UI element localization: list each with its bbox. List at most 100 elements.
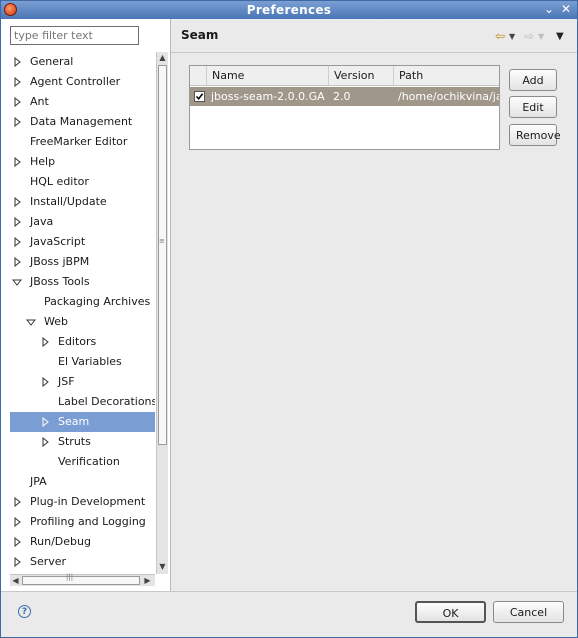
tree-item-verification[interactable]: Verification — [10, 452, 155, 472]
collapsed-arrow-icon[interactable] — [40, 437, 50, 447]
tree-vertical-scrollbar[interactable]: ▲ ≡ ▼ — [156, 52, 168, 574]
tree-item-java[interactable]: Java — [10, 212, 155, 232]
preferences-tree: General Agent Controller Ant Data Managemen… — [10, 52, 155, 574]
tree-item-label: General — [30, 55, 74, 68]
view-menu-icon[interactable]: ▼ — [556, 31, 564, 42]
forward-dropdown-icon[interactable]: ▼ — [538, 32, 544, 41]
collapsed-arrow-icon[interactable] — [12, 117, 22, 127]
scroll-down-icon[interactable]: ▼ — [157, 561, 168, 572]
tree-item-label: Run/Debug — [30, 535, 91, 548]
collapsed-arrow-icon[interactable] — [12, 557, 22, 567]
tree-item-jpa[interactable]: JPA — [10, 472, 155, 492]
header-separator — [171, 52, 577, 53]
expanded-arrow-icon[interactable] — [26, 317, 36, 327]
collapsed-arrow-icon[interactable] — [12, 197, 22, 207]
tree-item-label: Web — [44, 315, 68, 328]
tree-item-run-debug[interactable]: Run/Debug — [10, 532, 155, 552]
help-icon[interactable]: ? — [18, 605, 31, 618]
tree-item-label: Label Decorations — [58, 395, 155, 408]
tree-item-label: Install/Update — [30, 195, 107, 208]
tree-item-plug-in-development[interactable]: Plug-in Development — [10, 492, 155, 512]
collapsed-arrow-icon[interactable] — [40, 337, 50, 347]
tree-item-label: HQL editor — [30, 175, 89, 188]
row-checkbox[interactable] — [194, 91, 205, 102]
tree-item-label: JBoss jBPM — [30, 255, 90, 268]
title-bar[interactable]: Preferences ⌄ ✕ — [1, 1, 577, 19]
scroll-grip-icon: ≡ — [159, 237, 165, 245]
cancel-button[interactable]: Cancel — [493, 601, 564, 623]
tree-item-jsf[interactable]: JSF — [10, 372, 155, 392]
tree-item-label: JSF — [58, 375, 75, 388]
collapsed-arrow-icon[interactable] — [12, 257, 22, 267]
collapsed-arrow-icon[interactable] — [12, 497, 22, 507]
tree-item-server[interactable]: Server — [10, 552, 155, 572]
seam-runtimes-table: Name Version Path jboss-seam-2.0.0.GA 2.… — [189, 65, 500, 150]
remove-button[interactable]: Remove — [509, 124, 561, 146]
tree-item-el-variables[interactable]: El Variables — [10, 352, 155, 372]
tree-item-label: JBoss Tools — [30, 275, 90, 288]
tree-item-jboss-jbpm[interactable]: JBoss jBPM — [10, 252, 155, 272]
table-header: Name Version Path — [190, 66, 499, 86]
scroll-up-icon[interactable]: ▲ — [157, 52, 168, 63]
preference-page: Seam ⇦ ▼ ⇨ ▼ ▼ Name Version Path jboss-s… — [171, 19, 577, 591]
forward-arrow-icon[interactable]: ⇨ — [524, 29, 534, 43]
collapsed-arrow-icon[interactable] — [12, 57, 22, 67]
tree-item-label: Verification — [58, 455, 120, 468]
collapsed-arrow-icon[interactable] — [40, 377, 50, 387]
filter-input[interactable] — [10, 26, 139, 45]
tree-item-help[interactable]: Help — [10, 152, 155, 172]
hscroll-thumb[interactable] — [22, 576, 140, 585]
tree-item-seam[interactable]: Seam — [10, 412, 155, 432]
back-arrow-icon[interactable]: ⇦ — [495, 29, 505, 43]
column-header-version[interactable]: Version — [328, 66, 393, 85]
preferences-sidebar: General Agent Controller Ant Data Managemen… — [1, 19, 171, 591]
tree-item-label: Struts — [58, 435, 91, 448]
scroll-right-icon[interactable]: ▶ — [142, 575, 153, 586]
tree-item-label: Server — [30, 555, 67, 568]
tree-item-label: Editors — [58, 335, 97, 348]
collapsed-arrow-icon[interactable] — [12, 217, 22, 227]
runtime-path: /home/ochikvina/jav — [398, 90, 500, 103]
tree-item-ant[interactable]: Ant — [10, 92, 155, 112]
back-dropdown-icon[interactable]: ▼ — [509, 32, 515, 41]
collapsed-arrow-icon[interactable] — [40, 417, 50, 427]
tree-item-label-decorations[interactable]: Label Decorations — [10, 392, 155, 412]
scroll-thumb[interactable] — [158, 65, 167, 445]
tree-item-general[interactable]: General — [10, 52, 155, 72]
column-header-path[interactable]: Path — [393, 66, 499, 85]
tree-item-hql-editor[interactable]: HQL editor — [10, 172, 155, 192]
collapsed-arrow-icon[interactable] — [12, 77, 22, 87]
collapsed-arrow-icon[interactable] — [12, 97, 22, 107]
tree-item-label: Java — [30, 215, 54, 228]
tree-item-struts[interactable]: Struts — [10, 432, 155, 452]
tree-item-install-update[interactable]: Install/Update — [10, 192, 155, 212]
column-header-name[interactable]: Name — [206, 66, 328, 85]
tree-item-jboss-tools[interactable]: JBoss Tools — [10, 272, 155, 292]
table-row[interactable]: jboss-seam-2.0.0.GA 2.0 /home/ochikvina/… — [190, 87, 500, 106]
tree-item-profiling-and-logging[interactable]: Profiling and Logging — [10, 512, 155, 532]
tree-item-web[interactable]: Web — [10, 312, 155, 332]
tree-item-label: FreeMarker Editor — [30, 135, 128, 148]
tree-horizontal-scrollbar[interactable]: ◀ ||| ▶ — [10, 573, 155, 586]
edit-button[interactable]: Edit — [509, 96, 557, 118]
tree-item-javascript[interactable]: JavaScript — [10, 232, 155, 252]
tree-item-editors[interactable]: Editors — [10, 332, 155, 352]
close-icon[interactable]: ✕ — [559, 2, 573, 17]
tree-item-freemarker-editor[interactable]: FreeMarker Editor — [10, 132, 155, 152]
column-header-checkbox[interactable] — [190, 66, 206, 85]
collapsed-arrow-icon[interactable] — [12, 537, 22, 547]
tree-item-packaging-archives[interactable]: Packaging Archives — [10, 292, 155, 312]
expanded-arrow-icon[interactable] — [12, 277, 22, 287]
collapsed-arrow-icon[interactable] — [12, 157, 22, 167]
ok-button[interactable]: OK — [415, 601, 486, 623]
tree-item-label: JPA — [30, 475, 47, 488]
minimize-icon[interactable]: ⌄ — [542, 2, 556, 17]
runtime-name: jboss-seam-2.0.0.GA — [211, 90, 325, 103]
add-button[interactable]: Add — [509, 69, 557, 91]
tree-item-data-management[interactable]: Data Management — [10, 112, 155, 132]
dialog-footer: ? OK Cancel — [1, 591, 577, 637]
scroll-left-icon[interactable]: ◀ — [10, 575, 21, 586]
collapsed-arrow-icon[interactable] — [12, 237, 22, 247]
collapsed-arrow-icon[interactable] — [12, 517, 22, 527]
tree-item-agent-controller[interactable]: Agent Controller — [10, 72, 155, 92]
